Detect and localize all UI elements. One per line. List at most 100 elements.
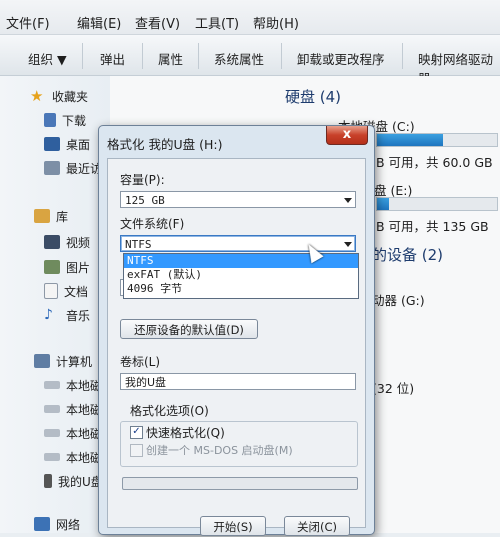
menu-view[interactable]: 查看(V) bbox=[135, 13, 180, 32]
filesystem-option-alloc[interactable]: 4096 字节 bbox=[124, 282, 358, 296]
nav-label: 图片 bbox=[66, 260, 91, 275]
nav-favorites-label: 收藏夹 bbox=[52, 89, 89, 104]
nav-label: 下载 bbox=[62, 113, 87, 128]
disk-e-free: B 可用，共 135 GB bbox=[376, 219, 489, 234]
format-options-label: 格式化选项(O) bbox=[130, 404, 209, 418]
drive-icon bbox=[44, 453, 60, 461]
capacity-value: 125 GB bbox=[125, 194, 165, 207]
nav-pictures[interactable]: 图片 bbox=[44, 257, 90, 277]
disk-e-usage-bar bbox=[376, 197, 498, 211]
volume-label-input[interactable]: 我的U盘 bbox=[120, 373, 356, 390]
capacity-label: 容量(P): bbox=[120, 173, 165, 187]
volume-label-caption: 卷标(L) bbox=[120, 355, 161, 369]
nav-label: 本地磁 bbox=[66, 378, 103, 393]
hdd-section-title[interactable]: 硬盘 (4) bbox=[285, 86, 341, 107]
nav-drive[interactable]: 本地磁 bbox=[44, 375, 102, 395]
dialog-body: 容量(P): 125 GB 文件系统(F) NTFS 还原设备的默认值(D) 卷… bbox=[107, 158, 366, 536]
nav-computer[interactable]: 计算机 bbox=[34, 351, 92, 371]
checkmark-icon: ✓ bbox=[132, 426, 141, 437]
toolbar-separator bbox=[142, 43, 143, 69]
nav-videos[interactable]: 视频 bbox=[44, 232, 90, 252]
desktop-icon bbox=[44, 137, 60, 151]
menu-tools[interactable]: 工具(T) bbox=[195, 13, 239, 32]
chevron-down-icon bbox=[344, 198, 352, 203]
other-count: (32 位) bbox=[372, 381, 415, 396]
disk-c-free: B 可用，共 60.0 GB bbox=[376, 155, 493, 170]
library-icon bbox=[34, 209, 50, 223]
nav-drive[interactable]: 本地磁 bbox=[44, 447, 102, 467]
document-icon bbox=[44, 283, 58, 299]
nav-downloads[interactable]: 下载 bbox=[44, 110, 86, 130]
download-folder-icon bbox=[44, 113, 56, 127]
recent-places-icon bbox=[44, 161, 60, 175]
nav-label: 视频 bbox=[66, 235, 91, 250]
eject-button[interactable]: 弹出 bbox=[100, 49, 125, 68]
menu-edit[interactable]: 编辑(E) bbox=[77, 13, 121, 32]
msdos-checkbox[interactable] bbox=[130, 444, 143, 457]
nav-favorites[interactable]: ★ 收藏夹 bbox=[30, 86, 88, 106]
dialog-title: 格式化 我的U盘 (H:) bbox=[107, 137, 223, 152]
nav-label: 最近访 bbox=[66, 161, 103, 176]
nav-network-label: 网络 bbox=[56, 517, 81, 532]
toolbar-separator bbox=[82, 43, 83, 69]
command-toolbar: 组织 ▼ 弹出 属性 系统属性 卸载或更改程序 映射网络驱动器 bbox=[0, 35, 500, 86]
nav-usb-drive[interactable]: 我的U盘 bbox=[44, 471, 103, 491]
nav-label: 我的U盘 bbox=[58, 474, 103, 489]
network-icon bbox=[34, 517, 50, 531]
nav-documents[interactable]: 文档 bbox=[44, 281, 88, 301]
organize-button[interactable]: 组织 ▼ bbox=[28, 49, 67, 68]
filesystem-dropdown-list: NTFS exFAT (默认) 4096 字节 bbox=[123, 253, 359, 299]
toolbar-separator bbox=[281, 43, 282, 69]
drive-icon bbox=[44, 405, 60, 413]
computer-icon bbox=[34, 354, 50, 368]
nav-label: 本地磁 bbox=[66, 450, 103, 465]
nav-drive[interactable]: 本地磁 bbox=[44, 423, 102, 443]
nav-label: 文档 bbox=[64, 284, 89, 299]
drive-icon bbox=[44, 429, 60, 437]
toolbar-separator bbox=[402, 43, 403, 69]
nav-label: 本地磁 bbox=[66, 426, 103, 441]
chevron-down-icon bbox=[344, 242, 352, 247]
nav-recent[interactable]: 最近访 bbox=[44, 158, 102, 178]
start-button[interactable]: 开始(S) bbox=[200, 516, 266, 536]
toolbar-separator bbox=[198, 43, 199, 69]
nav-drive[interactable]: 本地磁 bbox=[44, 399, 102, 419]
nav-label: 音乐 bbox=[66, 308, 91, 323]
drive-icon bbox=[44, 381, 60, 389]
nav-network[interactable]: 网络 bbox=[34, 514, 80, 534]
msdos-label: 创建一个 MS-DOS 启动盘(M) bbox=[146, 444, 293, 457]
drive-g-label[interactable]: 动器 (G:) bbox=[372, 290, 425, 309]
menu-help[interactable]: 帮助(H) bbox=[253, 13, 299, 32]
capacity-select[interactable]: 125 GB bbox=[120, 191, 356, 208]
removable-section-title[interactable]: 的设备 (2) bbox=[372, 244, 443, 265]
music-icon: ♪ bbox=[44, 307, 53, 323]
star-icon: ★ bbox=[30, 87, 44, 105]
menu-file[interactable]: 文件(F) bbox=[6, 13, 50, 32]
video-icon bbox=[44, 235, 60, 249]
quick-format-checkbox[interactable]: ✓ bbox=[130, 426, 143, 439]
uninstall-button[interactable]: 卸载或更改程序 bbox=[297, 49, 385, 68]
close-icon[interactable]: x bbox=[326, 126, 368, 145]
format-dialog: 格式化 我的U盘 (H:) x 容量(P): 125 GB 文件系统(F) NT… bbox=[98, 125, 375, 536]
nav-libraries[interactable]: 库 bbox=[34, 206, 68, 226]
nav-label: 桌面 bbox=[66, 137, 91, 152]
filesystem-select[interactable]: NTFS bbox=[120, 235, 356, 252]
properties-button[interactable]: 属性 bbox=[158, 49, 183, 68]
quick-format-label[interactable]: 快速格式化(Q) bbox=[146, 424, 225, 441]
nav-libraries-label: 库 bbox=[56, 209, 69, 224]
close-button[interactable]: 关闭(C) bbox=[284, 516, 350, 536]
menu-bar: 文件(F) 编辑(E) 查看(V) 工具(T) 帮助(H) bbox=[0, 0, 500, 35]
nav-music[interactable]: ♪ 音乐 bbox=[44, 305, 90, 325]
usb-drive-icon bbox=[44, 474, 52, 488]
format-progress-bar bbox=[122, 477, 358, 490]
picture-icon bbox=[44, 260, 60, 274]
restore-defaults-button[interactable]: 还原设备的默认值(D) bbox=[120, 319, 258, 339]
filesystem-label: 文件系统(F) bbox=[120, 217, 185, 231]
nav-desktop[interactable]: 桌面 bbox=[44, 134, 90, 154]
system-properties-button[interactable]: 系统属性 bbox=[214, 49, 264, 68]
filesystem-option-exfat[interactable]: exFAT (默认) bbox=[124, 268, 358, 282]
disk-c-usage-bar bbox=[376, 133, 498, 147]
navigation-pane: ★ 收藏夹 下载 桌面 最近访 库 视频 图片 文档 ♪ 音乐 计算机 本地磁 bbox=[0, 76, 110, 533]
filesystem-value: NTFS bbox=[125, 238, 152, 251]
nav-computer-label: 计算机 bbox=[56, 354, 93, 369]
